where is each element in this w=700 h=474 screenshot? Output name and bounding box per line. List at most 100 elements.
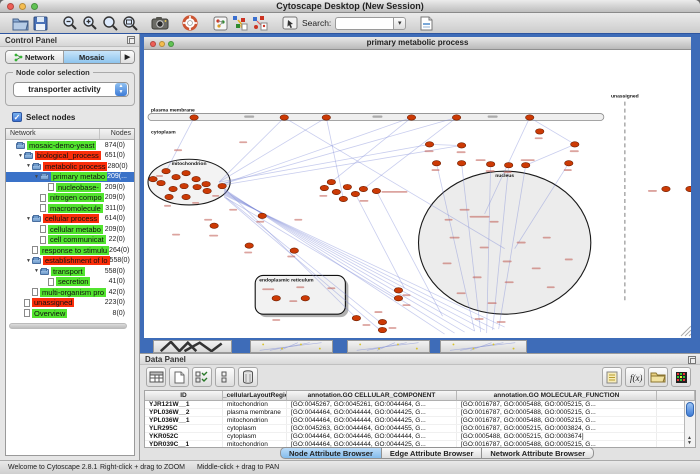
network-node[interactable]	[182, 194, 190, 199]
network-node[interactable]	[280, 115, 288, 120]
float-panel-icon[interactable]	[127, 36, 135, 44]
background-window-fragment[interactable]	[440, 340, 527, 353]
network-node[interactable]	[359, 186, 367, 191]
network-node[interactable]	[372, 188, 380, 193]
tree-row-multi-organism-pro[interactable]: multi-organism pro42(0)	[6, 287, 134, 298]
network-node[interactable]	[432, 161, 440, 166]
network-node[interactable]	[352, 315, 360, 320]
network-node[interactable]	[258, 213, 266, 218]
network-node[interactable]	[165, 194, 173, 199]
network-node[interactable]	[182, 170, 190, 175]
expand-triangle-icon[interactable]: ▼	[25, 163, 32, 169]
expand-triangle-icon[interactable]: ▼	[33, 174, 40, 180]
network-node[interactable]	[218, 183, 226, 188]
network-node[interactable]	[193, 184, 201, 189]
zoom-in-icon[interactable]	[80, 14, 100, 33]
tree-row-transport[interactable]: ▼transport558(0)	[6, 266, 134, 277]
network-node[interactable]	[351, 191, 359, 196]
network-node[interactable]	[571, 142, 579, 147]
expand-triangle-icon[interactable]: ▼	[25, 258, 32, 264]
tree-row-macromolecule[interactable]: macromolecule311(0)	[6, 203, 134, 214]
network-node[interactable]	[149, 176, 157, 181]
plugin-manager-icon[interactable]	[416, 14, 436, 33]
vizmapper-icon[interactable]	[210, 14, 230, 33]
network-node[interactable]	[203, 188, 211, 193]
select-nodes-checkbox[interactable]: ✓	[12, 112, 22, 122]
network-node[interactable]	[536, 129, 544, 134]
network-node[interactable]	[504, 163, 512, 168]
network-node[interactable]	[245, 243, 253, 248]
network-node[interactable]	[327, 179, 335, 184]
network-node[interactable]	[378, 327, 386, 332]
network-window-titlebar[interactable]: primary metabolic process	[144, 37, 691, 50]
snapshot-icon[interactable]	[150, 14, 170, 33]
network-node[interactable]	[378, 319, 386, 324]
background-window-fragment[interactable]	[153, 340, 232, 353]
open-icon[interactable]	[10, 14, 30, 33]
edit-mode-icon[interactable]	[280, 14, 300, 33]
network-node[interactable]	[343, 184, 351, 189]
tab-mosaic[interactable]: Mosaic	[64, 51, 122, 63]
network-node[interactable]	[407, 115, 415, 120]
search-dropdown-arrow-icon[interactable]: ▾	[393, 17, 406, 30]
network-node[interactable]	[301, 296, 309, 301]
network-node[interactable]	[332, 189, 340, 194]
table-row[interactable]: YPL036W__2plasma membrane[GO:0044464, GO…	[145, 409, 695, 417]
tree-row-metabolic-process[interactable]: ▼metabolic process280(0)	[6, 161, 134, 172]
tree-row-overview[interactable]: Overview8(0)	[6, 308, 134, 319]
network-node[interactable]	[192, 176, 200, 181]
network-node[interactable]	[190, 115, 198, 120]
table-row[interactable]: YJR121W__1mitochondrion[GO:0045267, GO:0…	[145, 401, 695, 409]
network-node[interactable]	[169, 186, 177, 191]
expand-triangle-icon[interactable]: ▼	[25, 216, 32, 222]
attribute-table[interactable]: ID_cellularLayoutRegionannotation.GO CEL…	[144, 390, 696, 448]
tree-row-cell-communicat[interactable]: cell communicat22(0)	[6, 235, 134, 246]
tree-row-primary-metabo[interactable]: ▼primary metabo209(...	[6, 172, 134, 183]
layout-grid-icon[interactable]	[230, 14, 250, 33]
tree-row-unassigned[interactable]: unassigned223(0)	[6, 298, 134, 309]
scrollbar-thumb[interactable]	[686, 402, 694, 417]
attribute-table-icon[interactable]	[146, 367, 166, 387]
network-node[interactable]	[210, 223, 218, 228]
layout-organic-icon[interactable]	[250, 14, 270, 33]
zoom-fit-icon[interactable]	[100, 14, 120, 33]
unselect-attributes-icon[interactable]	[215, 367, 235, 387]
tree-row-nitrogen-compo[interactable]: nitrogen compo209(0)	[6, 193, 134, 204]
scrollbar-arrows-icon[interactable]: ▲▼	[687, 436, 692, 446]
network-node[interactable]	[339, 196, 347, 201]
tree-row-cellular-process[interactable]: ▼cellular process614(0)	[6, 214, 134, 225]
tab-edge-attribute-browser[interactable]: Edge Attribute Browser	[382, 447, 482, 459]
tree-row-mosaic-demo-yeast[interactable]: mosaic-demo-yeast874(0)	[6, 140, 134, 151]
network-node[interactable]	[320, 185, 328, 190]
table-row[interactable]: YPL036W__1mitochondrion[GO:0044464, GO:0…	[145, 417, 695, 425]
network-node[interactable]	[662, 186, 670, 191]
table-row[interactable]: YLR295Ccytoplasm[GO:0045263, GO:0044464,…	[145, 425, 695, 433]
tree-row-establishment-of-lo[interactable]: ▼establishment of lo558(0)	[6, 256, 134, 267]
network-node[interactable]	[457, 161, 465, 166]
table-row[interactable]: YKR052Ccytoplasm[GO:0044464, GO:0044446,…	[145, 433, 695, 441]
network-node[interactable]	[162, 168, 170, 173]
function-builder-icon[interactable]: f(x)	[625, 367, 645, 387]
background-window-fragment[interactable]	[250, 340, 333, 353]
column-header-cellularlayoutregion[interactable]: _cellularLayoutRegion	[223, 391, 287, 401]
delete-attribute-icon[interactable]	[238, 367, 258, 387]
expand-triangle-icon[interactable]: ▼	[33, 268, 40, 274]
network-node[interactable]	[457, 143, 465, 148]
zoom-out-icon[interactable]	[60, 14, 80, 33]
network-node[interactable]	[525, 115, 533, 120]
network-node[interactable]	[425, 142, 433, 147]
save-icon[interactable]	[30, 14, 50, 33]
network-node[interactable]	[521, 163, 529, 168]
network-node[interactable]	[272, 296, 280, 301]
tree-row-response-to-stimulu[interactable]: response to stimulu264(0)	[6, 245, 134, 256]
network-node[interactable]	[290, 248, 298, 253]
tab-network-attribute-browser[interactable]: Network Attribute Browser	[482, 447, 594, 459]
float-data-panel-icon[interactable]	[688, 356, 696, 364]
new-attribute-icon[interactable]	[169, 367, 189, 387]
attribute-list-icon[interactable]	[602, 367, 622, 387]
tab-overflow-arrow-icon[interactable]: ▶	[121, 51, 134, 63]
import-attributes-icon[interactable]	[648, 367, 668, 387]
table-vertical-scrollbar[interactable]: ▲▼	[684, 401, 695, 447]
background-window-fragment[interactable]	[347, 340, 430, 353]
node-color-dropdown[interactable]: transporter activity ▲▼	[13, 82, 129, 97]
